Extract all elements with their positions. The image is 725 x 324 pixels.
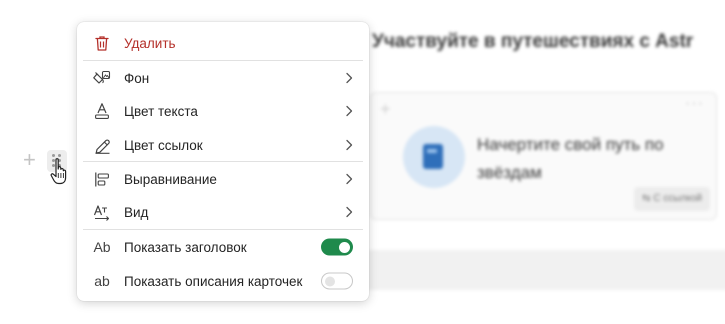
menu-item-label: Показать заголовок — [124, 239, 247, 255]
card-image — [403, 126, 465, 188]
toggle-knob — [339, 241, 350, 253]
menu-item-label: Фон — [124, 70, 150, 86]
menu-item-label: Вид — [124, 204, 149, 220]
menu-item-label: Выравнивание — [124, 171, 217, 187]
block-context-menu: Удалить Фон Цвет текста Цвет ссылок Выра… — [77, 22, 369, 301]
chevron-right-icon — [346, 173, 353, 185]
menu-item-delete[interactable]: Удалить — [77, 26, 369, 60]
align-left-icon — [93, 170, 111, 188]
menu-item-label: Цвет текста — [124, 103, 198, 119]
menu-item-background[interactable]: Фон — [77, 61, 369, 95]
menu-item-link-color[interactable]: Цвет ссылок — [77, 128, 369, 162]
background-card: + ··· Начертите свой путь по звёздам ⇆ С… — [370, 92, 717, 220]
menu-item-label: Цвет ссылок — [124, 137, 203, 153]
show-title-toggle[interactable] — [321, 238, 353, 256]
menu-item-label: Удалить — [124, 35, 176, 51]
lowercase-text-icon: ab — [94, 273, 110, 289]
text-direction-icon — [93, 203, 111, 221]
menu-item-view[interactable]: Вид — [77, 195, 369, 229]
add-block-icon[interactable]: + — [23, 148, 36, 172]
paint-bucket-icon — [93, 69, 111, 87]
background-block — [368, 250, 725, 290]
show-card-descriptions-toggle[interactable] — [321, 272, 353, 290]
hand-cursor-icon — [50, 158, 67, 185]
background-title: Участвуйте в путешествиях с Astr — [372, 31, 694, 52]
menu-item-alignment[interactable]: Выравнивание — [77, 162, 369, 196]
card-link-button: ⇆ С ссылкой — [634, 187, 710, 211]
toggle-knob — [325, 276, 335, 286]
menu-item-show-title[interactable]: Ab Показать заголовок — [77, 230, 369, 264]
pen-icon — [93, 136, 111, 154]
add-icon: + — [380, 99, 391, 119]
title-case-icon: Ab — [93, 239, 111, 255]
trash-icon — [93, 34, 111, 52]
menu-item-text-color[interactable]: Цвет текста — [77, 94, 369, 128]
book-icon — [423, 144, 443, 169]
menu-item-label: Показать описания карточек — [124, 273, 303, 289]
card-text: Начертите свой путь по звёздам — [477, 135, 664, 182]
menu-item-show-card-descriptions[interactable]: ab Показать описания карточек — [77, 264, 369, 298]
chevron-right-icon — [346, 206, 353, 218]
chevron-right-icon — [346, 105, 353, 117]
text-color-icon — [93, 102, 111, 120]
chevron-right-icon — [346, 139, 353, 151]
chevron-right-icon — [346, 72, 353, 84]
more-icon: ··· — [685, 95, 704, 112]
